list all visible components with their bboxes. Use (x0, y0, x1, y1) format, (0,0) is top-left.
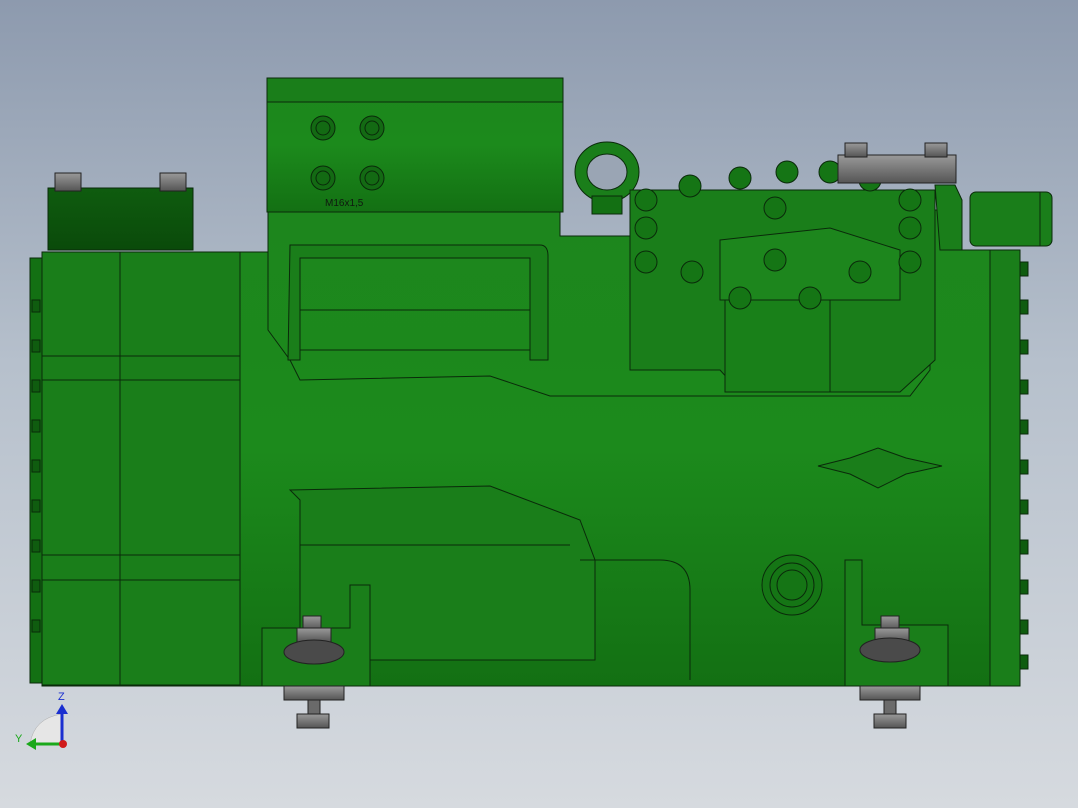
terminal-box-lid (266, 77, 564, 103)
lifting-eye (574, 141, 640, 215)
suction-flange[interactable] (47, 187, 194, 251)
triad-origin (59, 740, 67, 748)
orientation-triad[interactable]: Z Y (15, 691, 68, 750)
cad-viewport[interactable]: M16x1,5 Z Y (0, 0, 1078, 808)
y-axis-label: Y (15, 733, 23, 745)
thread-label: M16x1,5 (325, 198, 364, 209)
right-flange-bolts (1019, 261, 1029, 670)
service-valve-right[interactable] (934, 184, 963, 251)
cylinder-head-center (724, 299, 831, 393)
right-end-flange[interactable] (989, 249, 1021, 687)
oil-plug (761, 554, 823, 616)
z-axis-label: Z (58, 691, 65, 703)
end-cap-bolts (31, 299, 41, 633)
top-right-studs (837, 142, 957, 184)
left-end-ring (41, 251, 241, 686)
